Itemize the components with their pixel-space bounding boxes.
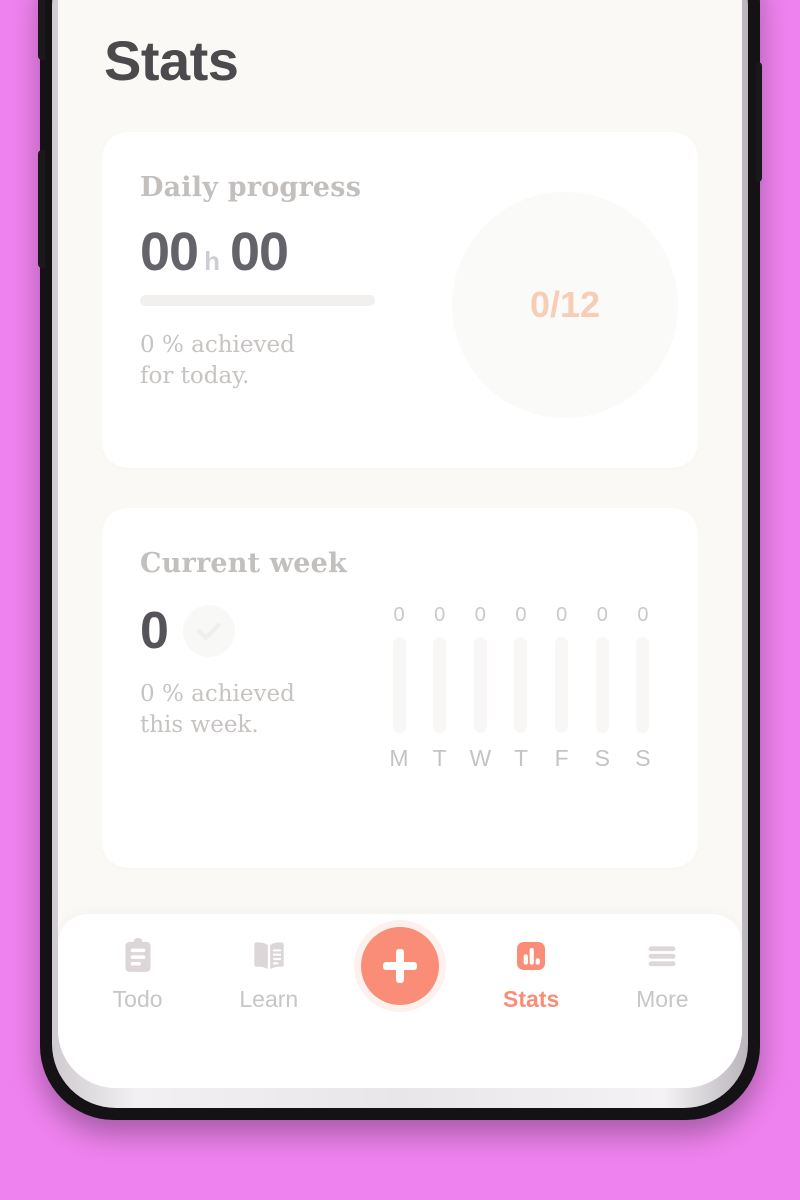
bar-value-label: 0 (637, 603, 649, 626)
daily-progress-card[interactable]: 0/12 Daily progress 00 h 00 0 % achieved… (102, 131, 698, 468)
bar-chart-icon (511, 936, 551, 976)
main-content: Stats 0/12 Daily progress 00 h 00 0 % ac… (58, 0, 742, 914)
bar-track (514, 636, 528, 733)
bar-track (433, 636, 447, 733)
daily-hours-unit: h (204, 245, 220, 276)
daily-minutes-value: 00 (229, 221, 289, 282)
bar-category-label: F (554, 744, 569, 771)
bar-column: 0T (425, 605, 455, 770)
hamburger-icon (642, 936, 682, 976)
book-icon (249, 936, 289, 976)
bar-track (636, 636, 650, 733)
daily-goal-value: 0/12 (529, 283, 601, 325)
bar-column: 0T (506, 605, 536, 770)
nav-label-more: More (636, 986, 689, 1012)
screenshot-stage: Stats 0/12 Daily progress 00 h 00 0 % ac… (0, 0, 800, 1200)
daily-hours-value: 00 (140, 221, 199, 282)
add-button-ring (353, 920, 446, 1012)
volume-up-button[interactable] (38, 0, 45, 60)
add-button-wrapper (345, 920, 455, 1012)
daily-time-display: 00 h 00 (140, 225, 440, 279)
app-screen: Stats 0/12 Daily progress 00 h 00 0 % ac… (58, 0, 742, 1088)
bar-category-label: S (635, 744, 651, 771)
current-week-body: 0 0 % achieved this week. 0 M 0 T 0 W 0 … (140, 601, 660, 770)
bar-column: 0S (628, 605, 658, 770)
daily-caption-line-2: for today. (140, 363, 250, 390)
bar-category-label: T (432, 744, 447, 771)
bar-category-label: T (513, 744, 528, 771)
bottom-navigation: Todo Learn Stats More (58, 914, 742, 1088)
current-week-summary: 0 0 % achieved this week. (140, 601, 372, 770)
power-button[interactable] (756, 62, 762, 182)
week-caption-line-2: this week. (140, 712, 259, 739)
bar-category-label: M (389, 744, 409, 771)
nav-label-learn: Learn (239, 986, 299, 1012)
daily-progress-title: Daily progress (140, 171, 362, 203)
page-title: Stats (104, 29, 239, 92)
nav-item-todo[interactable]: Todo (83, 936, 193, 1011)
bar-value-label: 0 (393, 603, 405, 626)
plus-icon (382, 949, 417, 983)
bar-value-label: 0 (515, 603, 527, 626)
bar-category-label: W (469, 744, 492, 771)
nav-item-learn[interactable]: Learn (214, 936, 324, 1011)
bar-category-label: S (594, 744, 610, 771)
bar-column: 0W (465, 605, 495, 770)
nav-label-todo: Todo (112, 986, 163, 1012)
nav-item-more[interactable]: More (607, 936, 717, 1011)
week-caption-line-1: 0 % achieved (140, 680, 295, 707)
bar-value-label: 0 (596, 603, 608, 626)
bar-value-label: 0 (474, 603, 486, 626)
bar-column: 0S (587, 605, 617, 770)
current-week-count: 0 (140, 601, 169, 660)
current-week-count-row: 0 (140, 601, 372, 660)
nav-item-stats[interactable]: Stats (476, 936, 586, 1011)
volume-down-button[interactable] (38, 150, 45, 268)
daily-progress-bar (140, 294, 375, 306)
daily-progress-details: Daily progress 00 h 00 0 % achieved for … (140, 172, 440, 393)
bar-column: 0M (384, 605, 414, 770)
daily-goal-bubble: 0/12 (452, 191, 678, 418)
bar-value-label: 0 (434, 603, 446, 626)
daily-progress-caption: 0 % achieved for today. (140, 330, 440, 393)
current-week-title: Current week (140, 547, 347, 579)
daily-caption-line-1: 0 % achieved (140, 331, 295, 358)
current-week-bar-chart: 0M0T0W0T0F0S0S (372, 601, 660, 770)
clipboard-icon (118, 936, 158, 976)
phone-screen: Stats 0/12 Daily progress 00 h 00 0 % ac… (58, 0, 742, 1088)
bar-track (473, 636, 487, 733)
nav-label-stats: Stats (503, 986, 560, 1012)
bar-value-label: 0 (556, 603, 568, 626)
current-week-caption: 0 % achieved this week. (140, 679, 372, 742)
current-week-card[interactable]: Current week 0 0 % achieved this week. 0… (102, 507, 698, 868)
bar-column: 0F (547, 605, 577, 770)
bar-track (595, 636, 609, 733)
add-button[interactable] (360, 927, 439, 1005)
bar-track (392, 636, 406, 733)
check-icon (182, 604, 235, 657)
bar-track (555, 636, 569, 733)
